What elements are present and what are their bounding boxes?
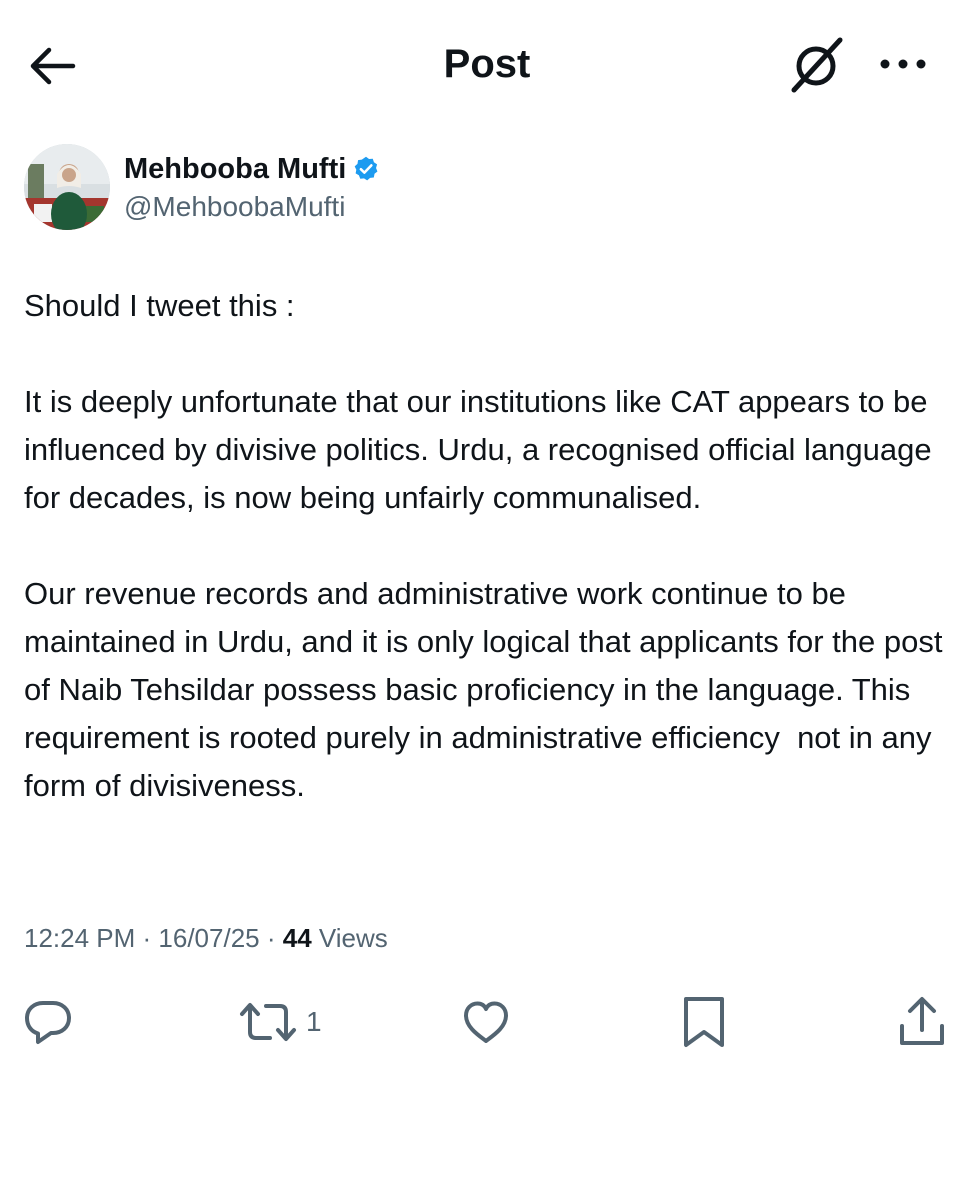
avatar[interactable] (24, 144, 110, 230)
share-icon (900, 997, 944, 1045)
views-count[interactable]: 44 (283, 923, 312, 953)
tweet-paragraph: Should I tweet this : (24, 288, 295, 323)
repost-icon (240, 1003, 296, 1041)
reply-icon (25, 1001, 71, 1044)
top-bar: Post (0, 0, 974, 128)
heart-icon (464, 1001, 508, 1043)
meta-separator: · (135, 923, 159, 953)
meta-separator: · (259, 923, 283, 953)
reply-button[interactable] (22, 990, 74, 1054)
tweet-paragraph: Our revenue records and administrative w… (24, 576, 952, 803)
grok-button[interactable] (786, 34, 850, 94)
author-name-row: Mehbooba Mufti (124, 152, 380, 186)
tweet-paragraph: It is deeply unfortunate that our instit… (24, 384, 941, 515)
more-options-button[interactable] (868, 40, 938, 88)
share-button[interactable] (896, 990, 948, 1054)
author-handle[interactable]: @MehboobaMufti (124, 190, 345, 224)
bookmark-icon (684, 997, 724, 1047)
action-bar: 1 (0, 990, 974, 1054)
repost-button[interactable]: 1 (236, 990, 322, 1054)
author-name[interactable]: Mehbooba Mufti (124, 152, 346, 186)
more-horizontal-icon (880, 59, 926, 69)
tweet-text: Should I tweet this : It is deeply unfor… (24, 282, 954, 810)
repost-count: 1 (306, 1006, 322, 1037)
tweet-date[interactable]: 16/07/25 (158, 923, 259, 953)
verified-badge-icon (354, 156, 378, 181)
views-label: Views (311, 923, 388, 953)
grok-icon (791, 37, 843, 93)
tweet-meta: 12:24 PM · 16/07/25 · 44 Views (24, 920, 388, 956)
avatar-image (24, 144, 110, 230)
bookmark-button[interactable] (680, 990, 728, 1054)
tweet-time[interactable]: 12:24 PM (24, 923, 135, 953)
like-button[interactable] (460, 990, 512, 1054)
